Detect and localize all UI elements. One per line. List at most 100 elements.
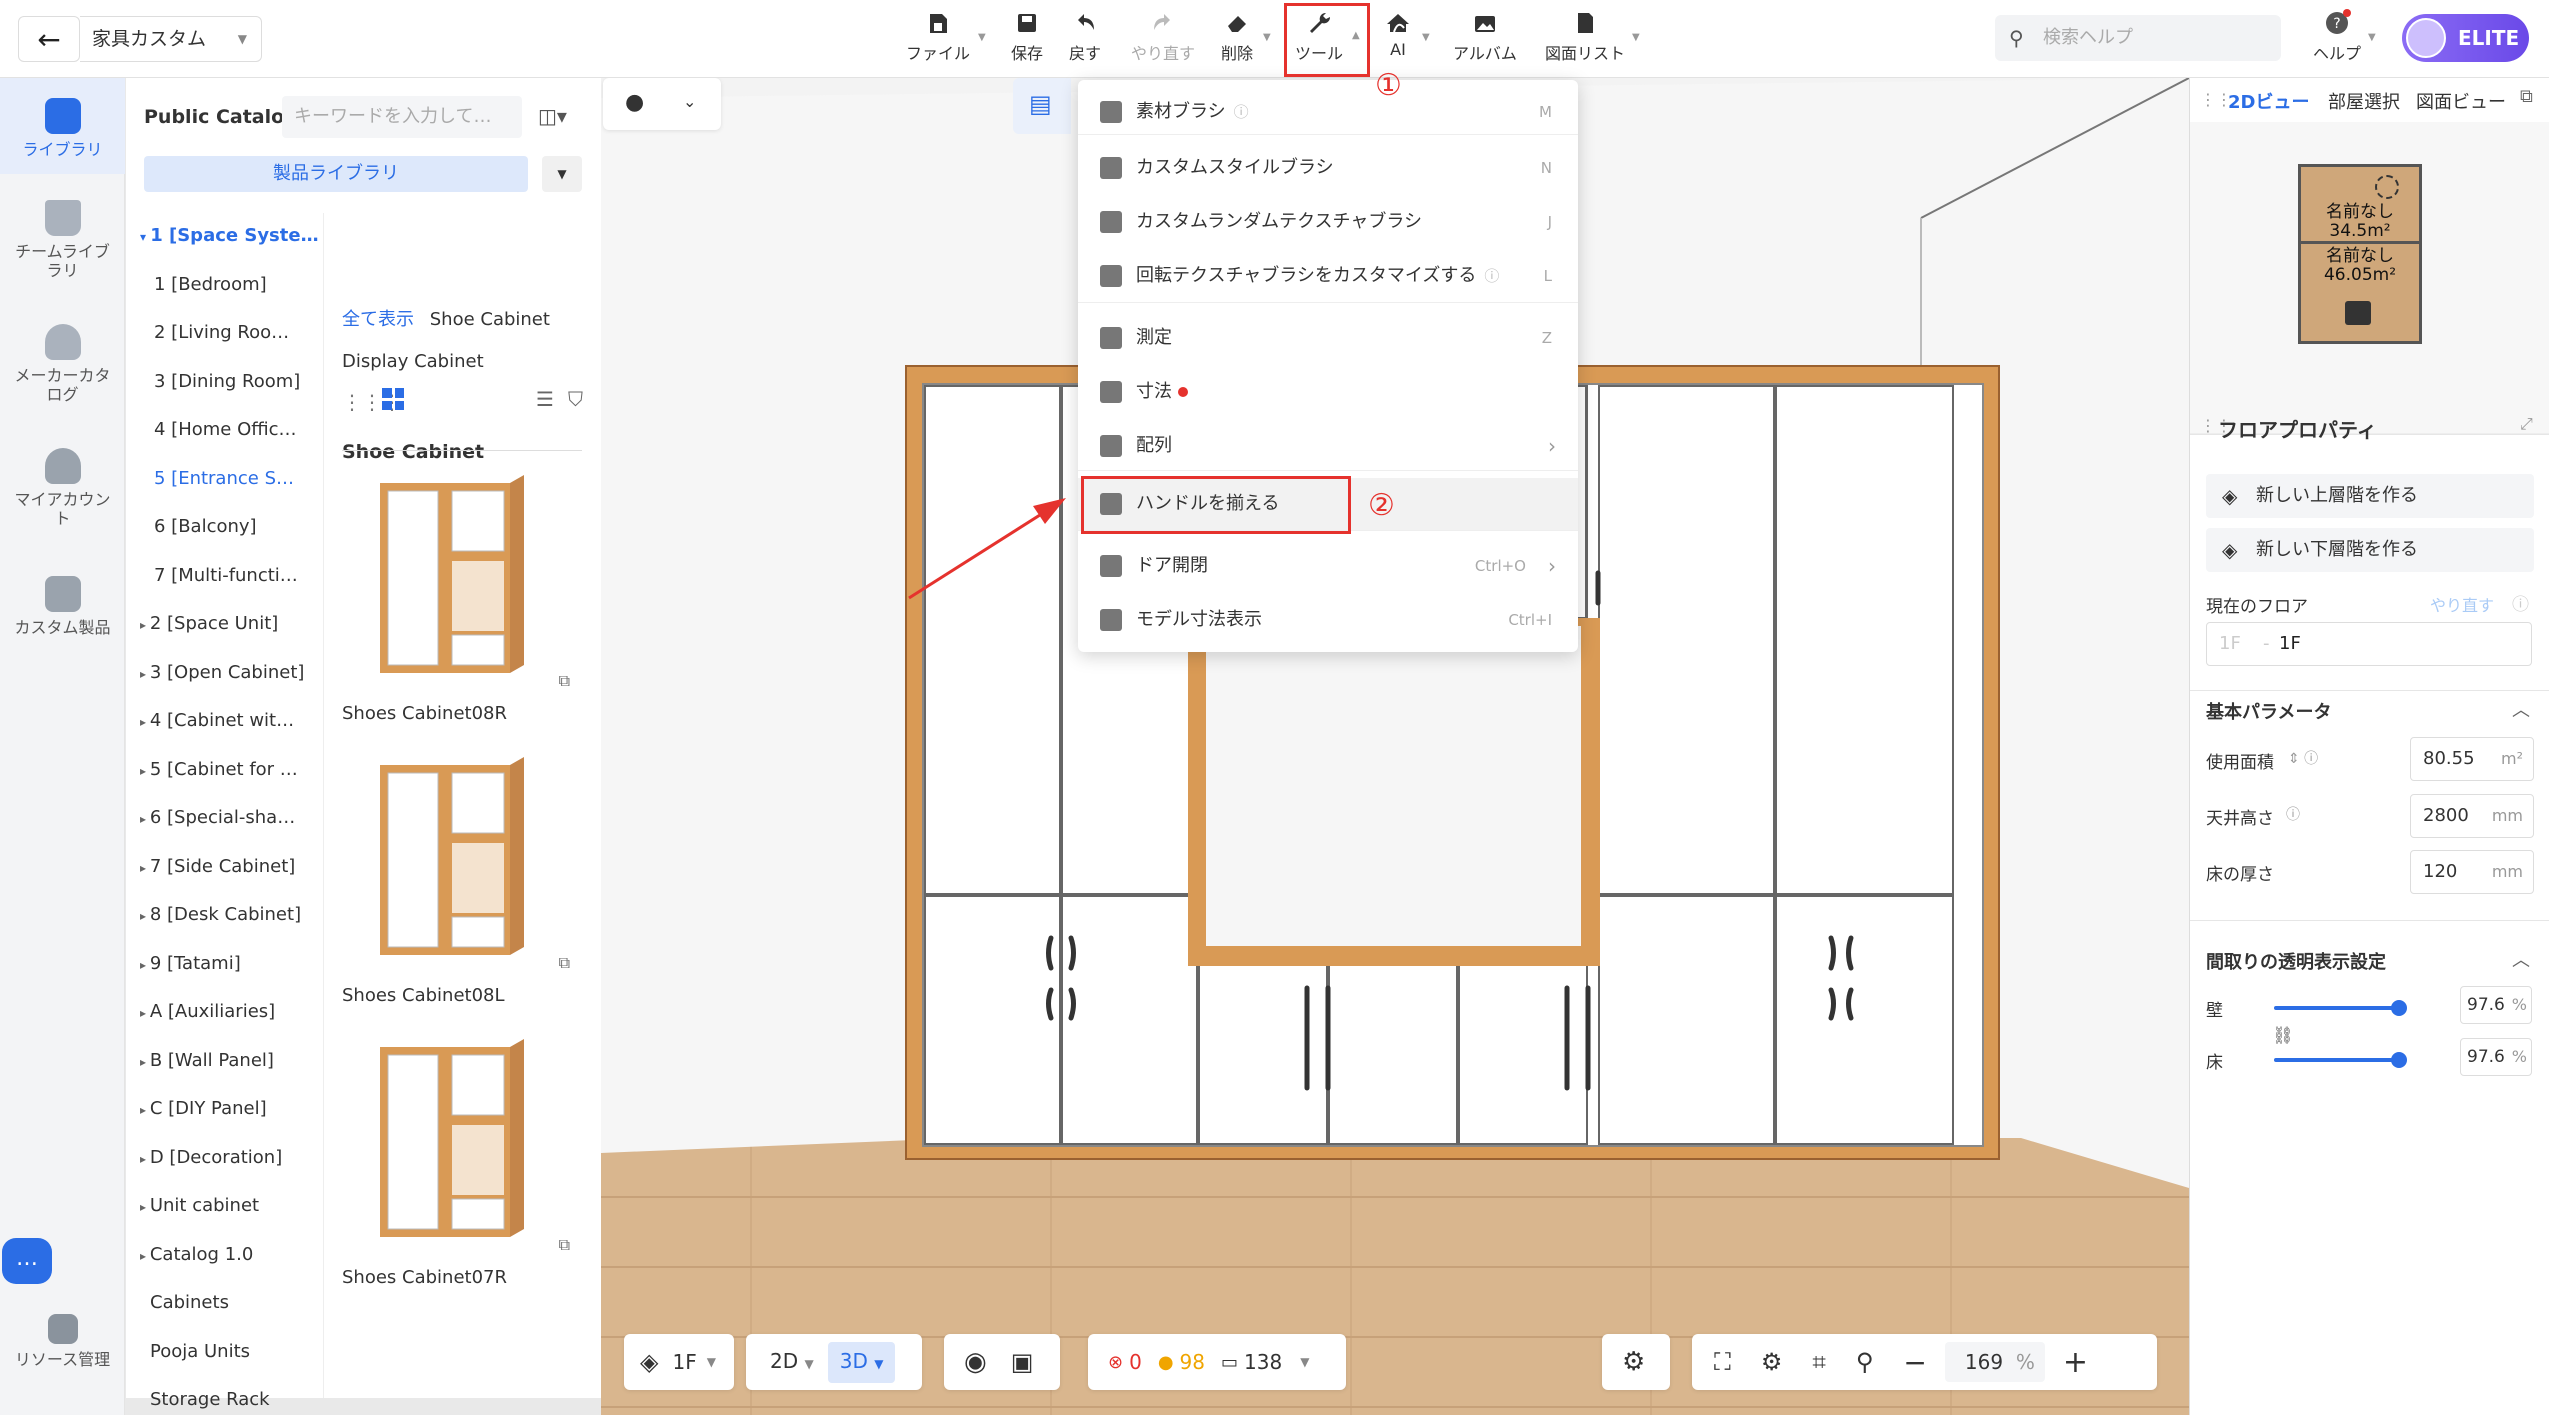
grid-large-icon[interactable] bbox=[382, 388, 404, 410]
copy-icon[interactable]: ⧉ bbox=[559, 953, 570, 973]
file-button[interactable]: ファイル bbox=[906, 8, 970, 70]
tree-item[interactable]: ▸ 5 [Cabinet for … bbox=[140, 759, 330, 780]
breadcrumb-all[interactable]: 全て表示 bbox=[342, 309, 414, 330]
view-3d-button[interactable]: 3D ▼ bbox=[827, 1341, 896, 1383]
floor-slider-knob[interactable] bbox=[2390, 1052, 2407, 1068]
help-button[interactable]: ? ヘルプ bbox=[2313, 8, 2361, 70]
area-input[interactable]: 80.55 m² bbox=[2410, 737, 2534, 781]
library-dropdown-icon[interactable]: ▼ bbox=[542, 156, 582, 192]
tree-item[interactable]: ▸ 9 [Tatami] bbox=[140, 953, 330, 974]
product-card[interactable]: ⧉ Shoes Cabinet07R bbox=[326, 1029, 586, 1299]
popout-icon[interactable]: ⤢ bbox=[2520, 414, 2533, 434]
camera-settings-icon[interactable]: ⚙ bbox=[1761, 1348, 1783, 1376]
nav-custom-products[interactable]: カスタム製品 bbox=[0, 576, 125, 637]
zoom-area-icon[interactable]: ⚲ bbox=[1856, 1348, 1874, 1376]
tree-item[interactable]: ▸ 8 [Desk Cabinet] bbox=[140, 904, 330, 925]
tree-item[interactable]: ▸ 3 [Open Cabinet] bbox=[140, 662, 330, 683]
floor-select[interactable]: ◈ 1F ▼ bbox=[624, 1334, 734, 1390]
menu-item[interactable]: 配列 › bbox=[1078, 420, 1578, 472]
wall-slider-knob[interactable] bbox=[2390, 1000, 2407, 1016]
tab-drawing-view[interactable]: 図面ビュー bbox=[2416, 88, 2506, 114]
tree-item[interactable]: 3 [Dining Room] bbox=[154, 371, 344, 392]
floor-thickness-input[interactable]: 120 mm bbox=[2410, 850, 2534, 894]
help-search-input[interactable]: ⚲ 検索ヘルプ bbox=[1995, 15, 2281, 61]
camera-marker-icon[interactable] bbox=[2375, 175, 2399, 199]
undo-button[interactable]: 戻す bbox=[1069, 8, 1101, 70]
fit-view-icon[interactable]: ⛶ bbox=[1714, 1348, 1731, 1376]
eye-icon[interactable]: ◉ bbox=[964, 1347, 987, 1377]
elite-badge[interactable]: ELITE bbox=[2402, 14, 2529, 62]
tree-item[interactable]: 5 [Entrance S… bbox=[154, 468, 344, 489]
nav-resource-management[interactable]: リソース管理 bbox=[0, 1314, 125, 1369]
zoom-in-button[interactable]: + bbox=[2063, 1345, 2088, 1380]
sort-icon[interactable]: ☰ bbox=[536, 387, 554, 411]
ceiling-height-input[interactable]: 2800 mm bbox=[2410, 794, 2534, 838]
product-library-tab[interactable]: 製品ライブラリ bbox=[144, 156, 528, 192]
tree-item[interactable]: Pooja Units bbox=[150, 1341, 340, 1362]
floor-slider[interactable] bbox=[2274, 1052, 2407, 1068]
settings-toggle[interactable]: ⚙ bbox=[1602, 1334, 1670, 1390]
current-floor-redo[interactable]: やり直す bbox=[2430, 592, 2494, 616]
wall-slider[interactable] bbox=[2274, 1000, 2407, 1016]
project-select[interactable]: 家具カスタム ▼ bbox=[80, 16, 262, 62]
tree-item[interactable]: ▸ 7 [Side Cabinet] bbox=[140, 856, 330, 877]
new-lower-floor-button[interactable]: ◈ 新しい下層階を作る bbox=[2206, 528, 2534, 572]
copy-icon[interactable]: ⧉ bbox=[559, 671, 570, 691]
view-2d-button[interactable]: 2D ▼ bbox=[760, 1342, 824, 1383]
tree-item[interactable]: 4 [Home Offic… bbox=[154, 419, 344, 440]
tree-item[interactable]: ▸ 2 [Space Unit] bbox=[140, 613, 330, 634]
tab-room-select[interactable]: 部屋選択 bbox=[2328, 88, 2400, 114]
minimap[interactable]: 名前なし 34.5m² 名前なし 46.05m² bbox=[2190, 122, 2549, 434]
nav-maker-catalog[interactable]: メーカーカタログ bbox=[0, 324, 125, 404]
menu-item[interactable]: ドア開閉 › Ctrl+O bbox=[1078, 540, 1578, 592]
tree-item[interactable]: Cabinets bbox=[150, 1292, 340, 1313]
collapse-icon-2[interactable]: ︿ bbox=[2512, 946, 2530, 972]
tree-item[interactable]: 1 [Bedroom] bbox=[154, 274, 344, 295]
menu-side-tab[interactable]: ▤ bbox=[1013, 78, 1071, 134]
tree-item[interactable]: ▸ B [Wall Panel] bbox=[140, 1050, 330, 1071]
redo-button[interactable]: やり直す bbox=[1131, 8, 1195, 70]
focus-icon[interactable]: ⌗ bbox=[1812, 1348, 1826, 1376]
link-icon[interactable]: ⛓ bbox=[2272, 1026, 2294, 1046]
product-card[interactable]: ⧉ Shoes Cabinet08L bbox=[326, 747, 586, 1017]
copy-icon[interactable]: ⧉ bbox=[559, 1235, 570, 1255]
tree-item[interactable]: 6 [Balcony] bbox=[154, 516, 344, 537]
current-floor-input[interactable]: 1F - 1F bbox=[2206, 622, 2532, 666]
tree-item[interactable]: ▸ Unit cabinet bbox=[140, 1195, 330, 1216]
tree-item[interactable]: Storage Rack bbox=[150, 1389, 340, 1410]
product-card[interactable]: ⧉ Shoes Cabinet08R bbox=[326, 465, 586, 735]
album-button[interactable]: アルバム bbox=[1453, 8, 1517, 70]
save-button[interactable]: 保存 bbox=[1011, 8, 1043, 70]
floor-opacity-input[interactable]: 97.6% bbox=[2460, 1038, 2532, 1076]
ai-button[interactable]: AI bbox=[1383, 8, 1413, 70]
tree-item[interactable]: 7 [Multi-functi… bbox=[154, 565, 344, 586]
tab-2d-view[interactable]: 2Dビュー bbox=[2228, 88, 2309, 114]
camera-select[interactable]: ● ⌄ bbox=[603, 78, 721, 130]
tree-item[interactable]: ▸ A [Auxiliaries] bbox=[140, 1001, 330, 1022]
menu-item[interactable]: カスタムスタイルブラシ N bbox=[1078, 142, 1578, 194]
zoom-input[interactable]: 169% bbox=[1944, 1342, 2045, 1382]
expand-icon[interactable]: ⧉ bbox=[2520, 86, 2533, 107]
tree-item[interactable]: ▾ 1 [Space Syste… bbox=[140, 225, 330, 246]
stats-group[interactable]: ⊗ 0 ● 98 ▭ 138 ▼ bbox=[1088, 1334, 1346, 1390]
tree-item[interactable]: ▸ 6 [Special-sha… bbox=[140, 807, 330, 828]
zoom-out-button[interactable]: − bbox=[1903, 1346, 1926, 1379]
chat-bubble-button[interactable]: … bbox=[2, 1238, 52, 1284]
nav-team-library[interactable]: チームライブラリ bbox=[0, 200, 125, 280]
tree-item[interactable]: ▸ D [Decoration] bbox=[140, 1147, 330, 1168]
catalog-search-input[interactable]: キーワードを入力して… bbox=[282, 96, 522, 138]
subcategory-display-cabinet[interactable]: Display Cabinet bbox=[342, 351, 484, 372]
menu-item[interactable]: 回転テクスチャブラシをカスタマイズする ⓘ L bbox=[1078, 250, 1578, 302]
menu-item[interactable]: 素材ブラシ ⓘ M bbox=[1078, 86, 1578, 138]
new-upper-floor-button[interactable]: ◈ 新しい上層階を作る bbox=[2206, 474, 2534, 518]
collapse-icon[interactable]: ︿ bbox=[2512, 696, 2530, 722]
tree-item[interactable]: 2 [Living Roo… bbox=[154, 322, 344, 343]
nav-library[interactable]: ライブラリ bbox=[0, 98, 125, 159]
tree-item[interactable]: ▸ Catalog 1.0 bbox=[140, 1244, 330, 1265]
tree-item[interactable]: ▸ C [DIY Panel] bbox=[140, 1098, 330, 1119]
menu-item[interactable]: モデル寸法表示 Ctrl+I bbox=[1078, 594, 1578, 646]
menu-item[interactable]: カスタムランダムテクスチャブラシ J bbox=[1078, 196, 1578, 248]
filter-icon[interactable]: ⛉ bbox=[568, 387, 583, 411]
menu-item[interactable]: 寸法 bbox=[1078, 366, 1578, 418]
wall-opacity-input[interactable]: 97.6% bbox=[2460, 986, 2532, 1024]
